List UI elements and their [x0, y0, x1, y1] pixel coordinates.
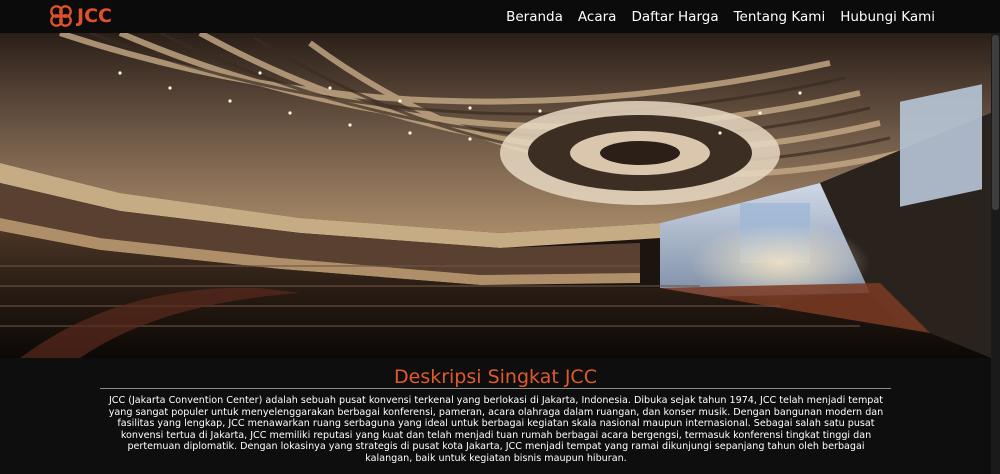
brand-logo-link[interactable]: JCC: [48, 3, 112, 29]
nav-links: Beranda Acara Daftar Harga Tentang Kami …: [506, 0, 935, 33]
description-title: Deskripsi Singkat JCC: [394, 366, 597, 388]
nav-link-hubungi-kami[interactable]: Hubungi Kami: [840, 9, 935, 25]
page-scrollbar[interactable]: [991, 33, 1000, 474]
nav-link-daftar-harga[interactable]: Daftar Harga: [631, 9, 718, 25]
nav-link-acara[interactable]: Acara: [578, 9, 617, 25]
convention-hall-photo: [0, 33, 991, 358]
brand-name: JCC: [77, 5, 112, 27]
nav-link-beranda[interactable]: Beranda: [506, 9, 563, 25]
description-text: JCC (Jakarta Convention Center) adalah s…: [108, 395, 884, 464]
navbar: JCC Beranda Acara Daftar Harga Tentang K…: [0, 0, 1000, 33]
hero-banner: [0, 33, 991, 358]
jcc-logo-icon: [48, 3, 74, 29]
nav-link-tentang-kami[interactable]: Tentang Kami: [734, 9, 826, 25]
scrollbar-thumb[interactable]: [992, 35, 999, 210]
description-section: Deskripsi Singkat JCC JCC (Jakarta Conve…: [0, 358, 991, 474]
title-divider: [100, 388, 891, 389]
